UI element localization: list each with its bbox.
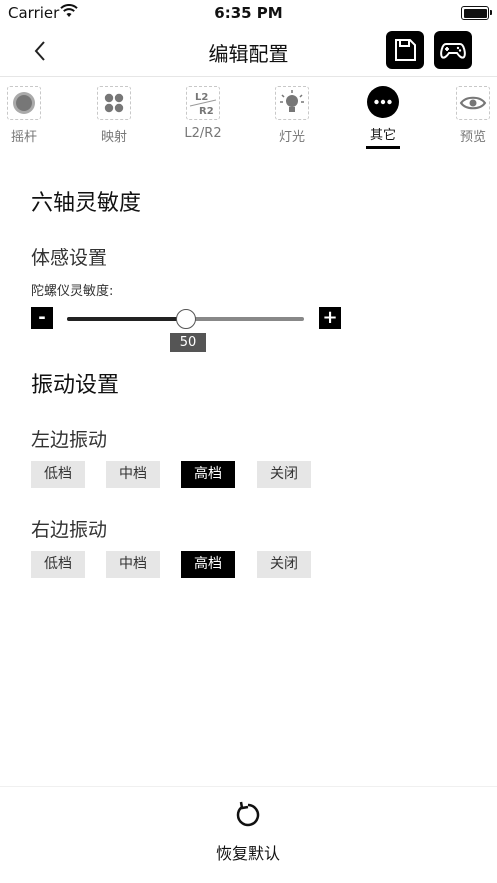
slider-fill <box>67 317 186 321</box>
mapping-icon <box>97 86 131 120</box>
tab-mapping[interactable]: 映射 <box>84 86 144 145</box>
left-vibration-off[interactable]: 关闭 <box>257 461 311 488</box>
left-vibration-high[interactable]: 高档 <box>181 461 235 488</box>
gamepad-icon <box>440 43 466 59</box>
gyro-sensitivity-label: 陀螺仪灵敏度: <box>31 284 114 299</box>
svg-text:R2: R2 <box>199 106 214 117</box>
clock: 6:35 PM <box>214 4 283 22</box>
tab-label: 预览 <box>459 130 486 145</box>
restore-default-button[interactable]: 恢复默认 <box>210 800 286 864</box>
save-button[interactable] <box>386 31 424 69</box>
right-vibration-mid[interactable]: 中档 <box>106 551 160 578</box>
svg-text:L2: L2 <box>195 92 208 103</box>
right-vibration-title: 右边振动 <box>31 519 108 541</box>
joystick-icon <box>7 86 41 120</box>
battery-icon <box>461 6 492 20</box>
save-icon <box>395 39 416 61</box>
tab-preview[interactable]: 预览 <box>443 86 497 145</box>
vibration-title: 振动设置 <box>31 373 120 398</box>
slider-thumb[interactable] <box>175 309 196 329</box>
status-bar: Carrier 6:35 PM <box>0 0 497 26</box>
footer-divider <box>0 786 497 787</box>
gyro-slider[interactable] <box>67 309 304 329</box>
gamepad-button[interactable] <box>434 31 472 69</box>
right-vibration-high[interactable]: 高档 <box>181 551 235 578</box>
tab-l2r2[interactable]: L2 R2 L2/R2 <box>173 86 233 141</box>
tab-bar: 摇杆 映射 L2 R2 L2/R2 灯光 其它 预览 <box>0 77 497 152</box>
preview-eye-icon <box>456 86 490 120</box>
slider-value-label: 50 <box>170 333 206 352</box>
l2r2-icon: L2 R2 <box>186 86 220 120</box>
restore-default-label: 恢复默认 <box>215 844 280 863</box>
tab-light[interactable]: 灯光 <box>262 86 322 145</box>
tab-label: L2/R2 <box>184 126 222 141</box>
left-vibration-title: 左边振动 <box>31 429 108 451</box>
restore-icon <box>236 801 260 827</box>
six-axis-title: 六轴灵敏度 <box>31 191 142 216</box>
nav-bar: 编辑配置 <box>0 26 497 77</box>
light-bulb-icon <box>275 86 309 120</box>
tab-label: 映射 <box>100 130 127 145</box>
increase-button[interactable]: + <box>319 307 341 329</box>
right-vibration-low[interactable]: 低档 <box>31 551 85 578</box>
decrease-button[interactable]: - <box>31 307 53 329</box>
left-vibration-low[interactable]: 低档 <box>31 461 85 488</box>
tab-label: 摇杆 <box>10 130 37 145</box>
right-vibration-off[interactable]: 关闭 <box>257 551 311 578</box>
tab-other[interactable]: 其它 <box>353 86 413 143</box>
tab-label: 其它 <box>369 128 396 143</box>
motion-settings-title: 体感设置 <box>31 247 108 269</box>
more-icon <box>367 86 399 118</box>
left-vibration-mid[interactable]: 中档 <box>106 461 160 488</box>
active-tab-indicator <box>366 146 400 149</box>
tab-joystick[interactable]: 摇杆 <box>0 86 54 145</box>
tab-label: 灯光 <box>278 130 305 145</box>
